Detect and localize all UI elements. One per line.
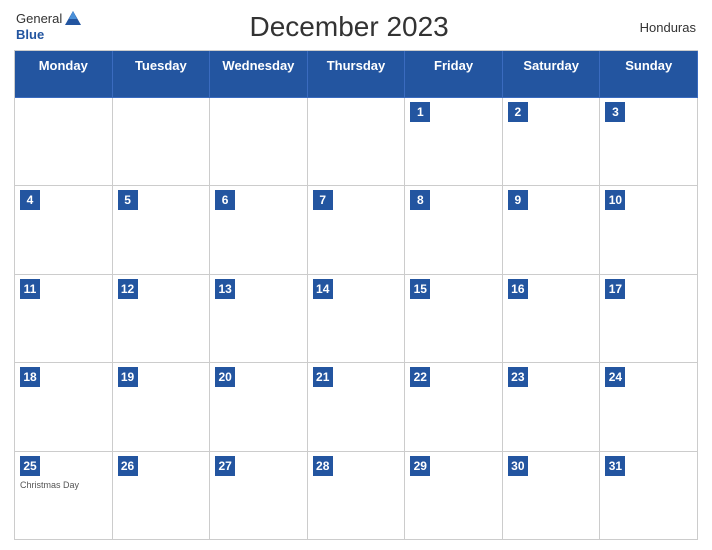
day-number-20: 20 [215,367,235,387]
day-cell-17: 17 [600,275,698,364]
day-number-19: 19 [118,367,138,387]
day-cell-empty-3 [210,98,308,187]
day-cell-16: 16 [503,275,601,364]
day-cell-18: 18 [15,363,113,452]
day-number-26: 26 [118,456,138,476]
day-cell-6: 6 [210,186,308,275]
month-year-title: December 2023 [250,11,449,42]
calendar-title: December 2023 [82,11,616,43]
day-cell-empty-4 [308,98,406,187]
day-cell-22: 22 [405,363,503,452]
day-number-22: 22 [410,367,430,387]
calendar-header: General Blue December 2023 Honduras [14,10,698,44]
day-cell-13: 13 [210,275,308,364]
header-wednesday: Wednesday [210,51,308,98]
day-cell-24: 24 [600,363,698,452]
day-number-30: 30 [508,456,528,476]
day-cell-15: 15 [405,275,503,364]
day-cell-1: 1 [405,98,503,187]
day-cell-14: 14 [308,275,406,364]
day-number-3: 3 [605,102,625,122]
day-number-10: 10 [605,190,625,210]
day-number-7: 7 [313,190,333,210]
logo-mountain-icon [64,10,82,26]
day-number-13: 13 [215,279,235,299]
day-number-16: 16 [508,279,528,299]
day-number-9: 9 [508,190,528,210]
day-number-12: 12 [118,279,138,299]
day-cell-5: 5 [113,186,211,275]
day-number-4: 4 [20,190,40,210]
day-cell-19: 19 [113,363,211,452]
day-number-8: 8 [410,190,430,210]
logo-general: General [16,11,62,26]
day-number-5: 5 [118,190,138,210]
day-cell-20: 20 [210,363,308,452]
header-saturday: Saturday [503,51,601,98]
day-number-2: 2 [508,102,528,122]
header-friday: Friday [405,51,503,98]
header-tuesday: Tuesday [113,51,211,98]
day-cell-27: 27 [210,452,308,541]
day-cell-2: 2 [503,98,601,187]
day-cell-7: 7 [308,186,406,275]
day-cell-10: 10 [600,186,698,275]
day-number-6: 6 [215,190,235,210]
day-number-14: 14 [313,279,333,299]
day-number-18: 18 [20,367,40,387]
day-cell-8: 8 [405,186,503,275]
christmas-day-label: Christmas Day [20,480,107,490]
day-cell-4: 4 [15,186,113,275]
day-number-25: 25 [20,456,40,476]
day-number-27: 27 [215,456,235,476]
country-label: Honduras [616,20,696,35]
day-number-31: 31 [605,456,625,476]
day-number-23: 23 [508,367,528,387]
header-thursday: Thursday [308,51,406,98]
day-number-11: 11 [20,279,40,299]
day-cell-empty-2 [113,98,211,187]
day-number-1: 1 [410,102,430,122]
logo-blue: Blue [16,27,44,42]
day-number-24: 24 [605,367,625,387]
calendar-grid: Monday Tuesday Wednesday Thursday Friday… [14,50,698,540]
day-cell-3: 3 [600,98,698,187]
day-cell-empty-1 [15,98,113,187]
header-monday: Monday [15,51,113,98]
day-number-17: 17 [605,279,625,299]
day-cell-9: 9 [503,186,601,275]
day-cell-12: 12 [113,275,211,364]
day-cell-26: 26 [113,452,211,541]
day-cell-28: 28 [308,452,406,541]
day-number-29: 29 [410,456,430,476]
day-number-28: 28 [313,456,333,476]
day-cell-25: 25 Christmas Day [15,452,113,541]
day-cell-30: 30 [503,452,601,541]
day-cell-23: 23 [503,363,601,452]
day-cell-21: 21 [308,363,406,452]
day-cell-29: 29 [405,452,503,541]
calendar: Monday Tuesday Wednesday Thursday Friday… [14,50,698,540]
logo: General Blue [16,10,82,44]
day-cell-11: 11 [15,275,113,364]
day-number-15: 15 [410,279,430,299]
header-sunday: Sunday [600,51,698,98]
day-number-21: 21 [313,367,333,387]
day-cell-31: 31 [600,452,698,541]
